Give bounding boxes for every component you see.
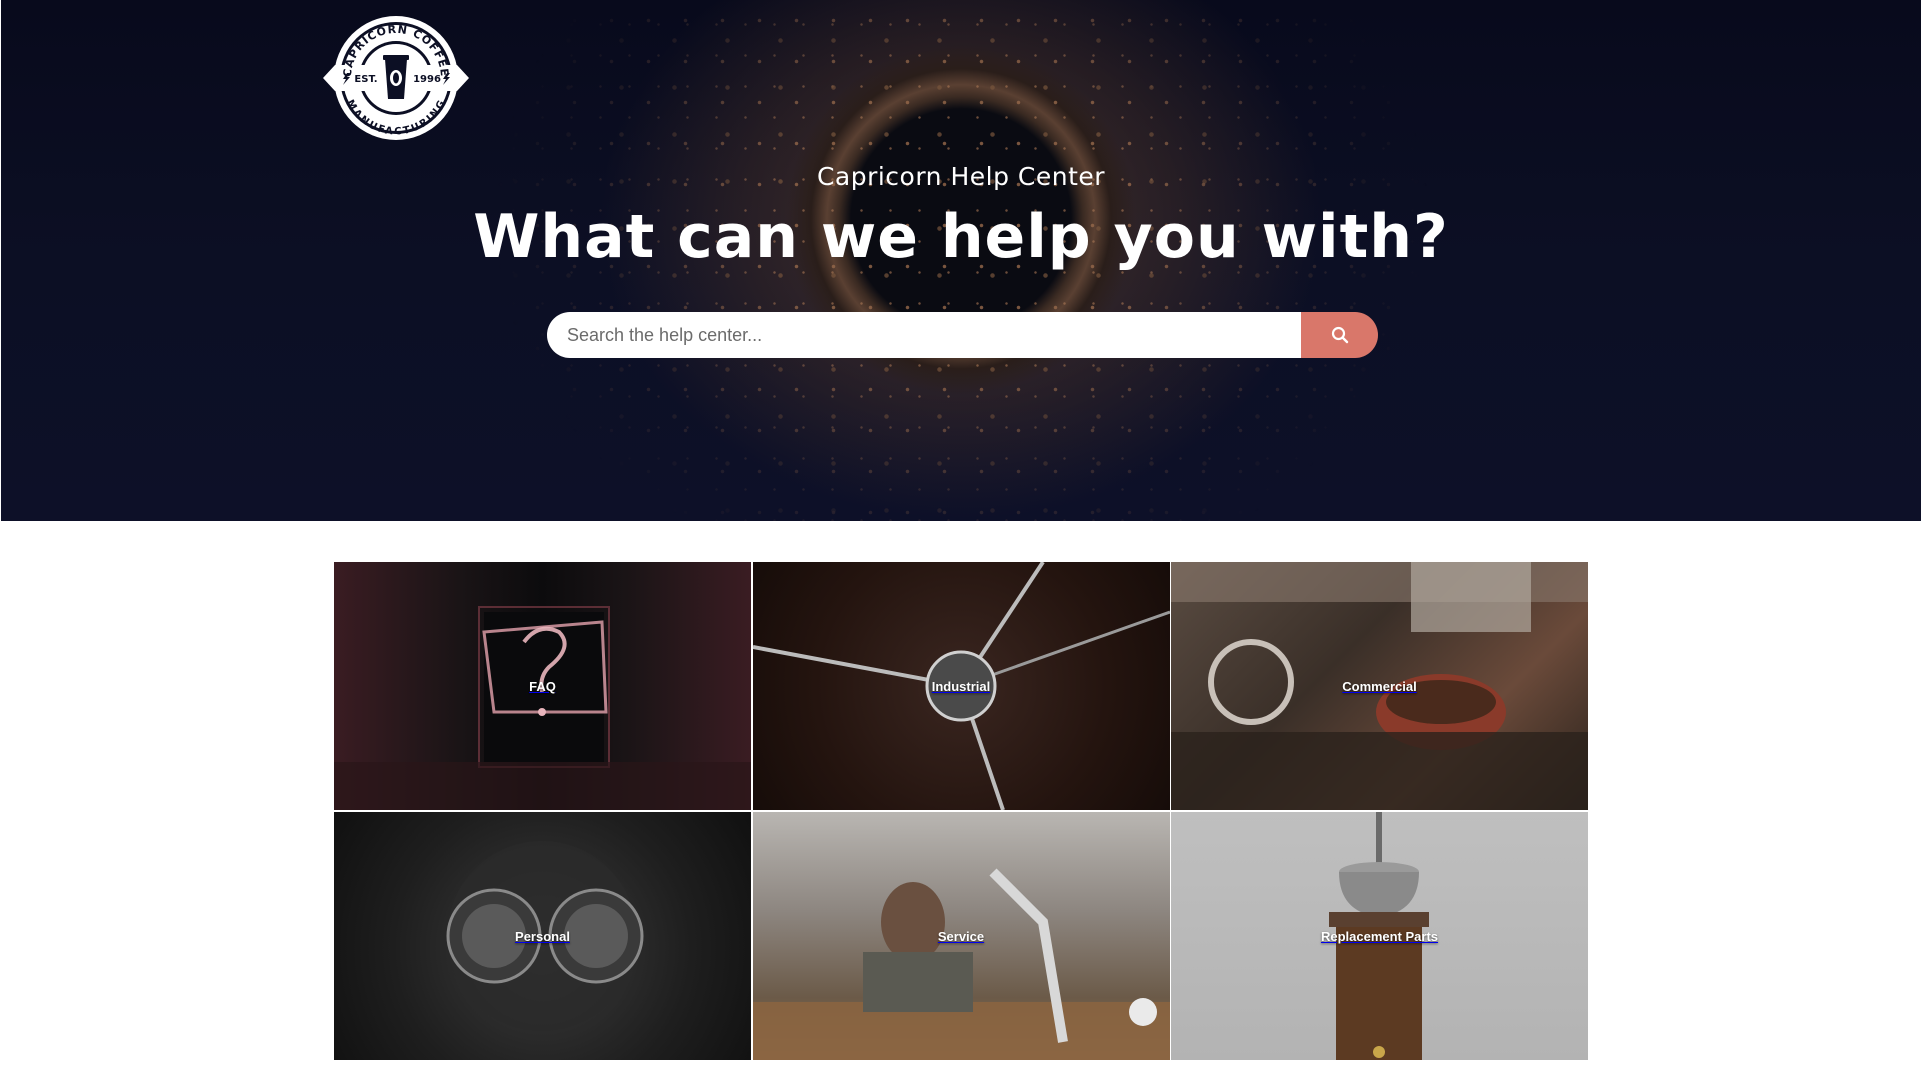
logo-year-text: 1996 [413, 74, 441, 85]
category-label: Commercial [1342, 678, 1417, 694]
hero-banner: CAPRICORN COFFEE MANUFACTURING EST. 1996… [1, 0, 1921, 521]
logo-est-text: EST. [354, 74, 377, 85]
category-tile-service[interactable]: Service [752, 812, 1170, 1060]
search-button[interactable] [1301, 312, 1378, 358]
category-label: Personal [515, 928, 570, 944]
category-label: Replacement Parts [1320, 928, 1439, 944]
category-tile-commercial[interactable]: Commercial [1171, 562, 1588, 810]
search-icon [1331, 326, 1348, 344]
capricorn-coffee-logo[interactable]: CAPRICORN COFFEE MANUFACTURING EST. 1996 [321, 15, 471, 141]
category-grid: FAQ Industrial Commercial Personal Servi… [334, 562, 1588, 1060]
category-tile-industrial[interactable]: Industrial [752, 562, 1170, 810]
help-center-subtitle: Capricorn Help Center [816, 162, 1106, 191]
search-form [547, 312, 1378, 358]
category-label: Industrial [931, 678, 991, 694]
category-tile-replacement-parts[interactable]: Replacement Parts [1171, 812, 1588, 1060]
category-tile-faq[interactable]: FAQ [334, 562, 751, 810]
category-tile-personal[interactable]: Personal [334, 812, 751, 1060]
page-headline: What can we help you with? [473, 202, 1449, 272]
category-label: FAQ [529, 678, 556, 694]
search-input[interactable] [547, 312, 1301, 358]
category-label: Service [937, 928, 985, 944]
